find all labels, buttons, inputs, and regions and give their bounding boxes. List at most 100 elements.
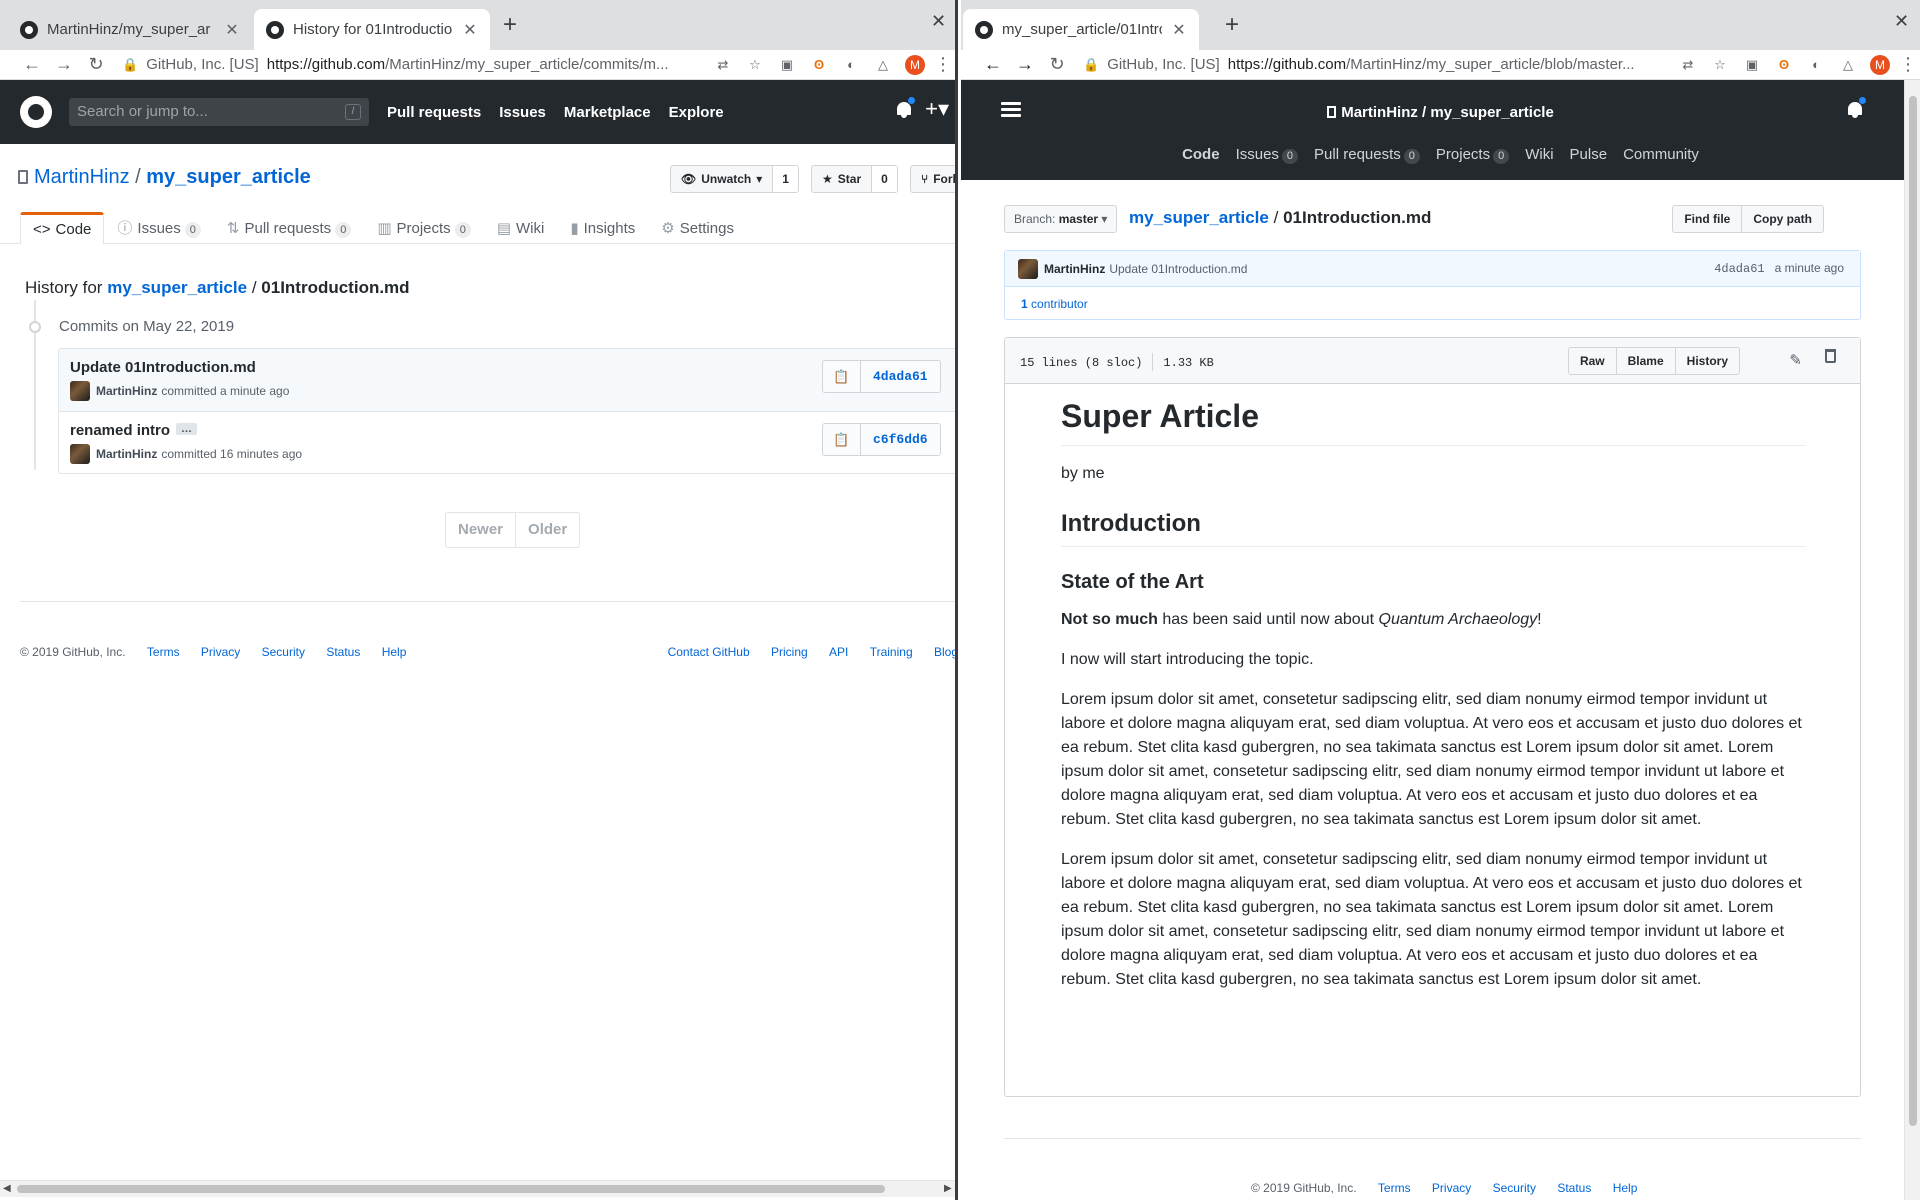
find-file-button[interactable]: Find file — [1673, 206, 1743, 232]
browser-tab-history[interactable]: History for 01Introduction ✕ — [254, 9, 490, 50]
commit-author-link[interactable]: MartinHinz — [96, 447, 157, 461]
address-bar[interactable]: https://github.com/MartinHinz/my_super_a… — [267, 56, 707, 73]
tab-issues[interactable]: ⓘ Issues 0 — [104, 212, 214, 244]
tab-projects[interactable]: ▥ Projects 0 — [364, 212, 484, 244]
footer-link-terms[interactable]: Terms — [1378, 1181, 1411, 1195]
commit-author-link[interactable]: MartinHinz — [1044, 262, 1105, 276]
site-identity[interactable]: GitHub, Inc. [US] — [1107, 56, 1220, 73]
tab-settings[interactable]: ⚙ Settings — [648, 212, 747, 244]
extension-icon[interactable]: ▣ — [1736, 57, 1768, 73]
extension-mountain-icon[interactable]: △ — [867, 57, 899, 73]
commit-message-link[interactable]: renamed intro… — [70, 422, 198, 439]
tab-community[interactable]: Community — [1623, 146, 1699, 164]
blame-button[interactable]: Blame — [1617, 348, 1676, 374]
window-close-button[interactable]: ✕ — [1894, 11, 1909, 32]
tab-code[interactable]: <> Code — [20, 212, 105, 244]
nav-issues[interactable]: Issues — [499, 104, 546, 121]
raw-button[interactable]: Raw — [1569, 348, 1617, 374]
close-tab-icon[interactable]: ✕ — [462, 20, 478, 40]
star-count[interactable]: 0 — [872, 166, 897, 192]
star-button[interactable]: ★ Star 0 — [811, 165, 898, 193]
notifications-bell-icon[interactable] — [895, 96, 916, 120]
trash-icon[interactable] — [1825, 349, 1836, 363]
new-tab-button[interactable]: + — [503, 13, 517, 37]
tab-insights[interactable]: ▮ Insights — [557, 212, 648, 244]
new-tab-button[interactable]: + — [1225, 13, 1239, 37]
notifications-bell-icon[interactable] — [1846, 96, 1867, 120]
browser-tab-repo[interactable]: MartinHinz/my_super_ar ✕ — [8, 9, 252, 50]
extension-orange-icon[interactable]: ʘ — [803, 57, 835, 72]
history-repo-link[interactable]: my_super_article — [107, 278, 247, 297]
extension-icon[interactable]: ▣ — [771, 57, 803, 73]
footer-link-pricing[interactable]: Pricing — [771, 645, 808, 659]
newer-button[interactable]: Newer — [446, 513, 517, 547]
close-tab-icon[interactable]: ✕ — [224, 20, 240, 40]
expand-message-button[interactable]: … — [176, 423, 198, 435]
footer-link-privacy[interactable]: Privacy — [201, 645, 240, 659]
extension-cat-icon[interactable]: ◐ — [1800, 57, 1832, 72]
footer-link-privacy[interactable]: Privacy — [1432, 1181, 1471, 1195]
repo-name-link[interactable]: my_super_article — [1430, 104, 1553, 121]
footer-link-security[interactable]: Security — [262, 645, 305, 659]
bookmark-star-icon[interactable]: ☆ — [1704, 57, 1736, 73]
watch-button[interactable]: 👁 Unwatch ▾ 1 — [670, 165, 799, 193]
footer-link-blog[interactable]: Blog — [934, 645, 955, 659]
horizontal-scrollbar[interactable]: ◀ ▶ — [0, 1180, 955, 1197]
footer-link-terms[interactable]: Terms — [147, 645, 180, 659]
commit-author-link[interactable]: MartinHinz — [96, 384, 157, 398]
vertical-scrollbar[interactable] — [1904, 80, 1920, 1200]
footer-link-help[interactable]: Help — [1613, 1181, 1638, 1195]
tab-issues[interactable]: Issues 0 — [1236, 146, 1299, 164]
bookmark-star-icon[interactable]: ☆ — [739, 57, 771, 73]
commit-sha-link[interactable]: c6f6dd6 — [861, 424, 940, 455]
clipboard-icon[interactable]: 📋 — [823, 424, 861, 455]
profile-avatar[interactable]: M — [1870, 54, 1890, 75]
forward-icon[interactable]: → — [48, 54, 80, 75]
avatar[interactable] — [1018, 259, 1038, 279]
contributors-link[interactable]: 1 contributor — [1005, 287, 1860, 321]
footer-link-training[interactable]: Training — [870, 645, 913, 659]
tab-pulse[interactable]: Pulse — [1570, 146, 1608, 164]
scrollbar-thumb[interactable] — [17, 1185, 885, 1193]
nav-marketplace[interactable]: Marketplace — [564, 104, 651, 121]
clipboard-icon[interactable]: 📋 — [823, 361, 861, 392]
search-input[interactable]: Search or jump to... / — [69, 98, 369, 126]
extension-orange-icon[interactable]: ʘ — [1768, 57, 1800, 72]
tab-projects[interactable]: Projects 0 — [1436, 146, 1510, 164]
scroll-left-arrow-icon[interactable]: ◀ — [3, 1183, 11, 1194]
avatar[interactable] — [70, 444, 90, 464]
commit-sha-link[interactable]: 4dada61 — [861, 361, 940, 392]
footer-link-status[interactable]: Status — [1557, 1181, 1591, 1195]
reload-icon[interactable]: ↻ — [80, 54, 112, 75]
footer-link-security[interactable]: Security — [1493, 1181, 1536, 1195]
back-icon[interactable]: ← — [16, 54, 48, 75]
tab-wiki[interactable]: ▤ Wiki — [484, 212, 558, 244]
back-icon[interactable]: ← — [977, 54, 1009, 75]
lock-icon[interactable]: 🔒 — [1083, 57, 1099, 73]
repo-owner-link[interactable]: MartinHinz — [34, 166, 130, 188]
pencil-icon[interactable]: ✎ — [1789, 351, 1802, 369]
tab-wiki[interactable]: Wiki — [1525, 146, 1553, 164]
branch-select-button[interactable]: Branch: master ▾ — [1004, 205, 1118, 233]
browser-tab-file[interactable]: my_super_article/01Intro ✕ — [963, 9, 1199, 50]
profile-avatar[interactable]: M — [905, 54, 925, 75]
scroll-right-arrow-icon[interactable]: ▶ — [944, 1183, 952, 1194]
address-bar[interactable]: https://github.com/MartinHinz/my_super_a… — [1228, 56, 1672, 73]
commit-sha-link[interactable]: 4dada61 — [1714, 262, 1764, 276]
breadcrumb-repo-link[interactable]: my_super_article — [1129, 208, 1269, 227]
forward-icon[interactable]: → — [1009, 54, 1041, 75]
nav-explore[interactable]: Explore — [669, 104, 724, 121]
footer-link-contact[interactable]: Contact GitHub — [668, 645, 750, 659]
nav-pull-requests[interactable]: Pull requests — [387, 104, 481, 121]
close-tab-icon[interactable]: ✕ — [1171, 20, 1187, 40]
reload-icon[interactable]: ↻ — [1041, 54, 1073, 75]
commit-message-link[interactable]: Update 01Introduction.md — [1109, 262, 1247, 276]
tab-pull-requests[interactable]: Pull requests 0 — [1314, 146, 1420, 164]
watch-count[interactable]: 1 — [773, 166, 798, 192]
extension-cat-icon[interactable]: ◐ — [835, 57, 867, 72]
fork-button[interactable]: ⑂ Fork — [910, 165, 955, 193]
create-new-plus-icon[interactable]: +▾ — [925, 96, 949, 122]
copy-path-button[interactable]: Copy path — [1742, 206, 1823, 232]
site-identity[interactable]: GitHub, Inc. [US] — [146, 56, 259, 73]
repo-name-link[interactable]: my_super_article — [146, 166, 311, 188]
